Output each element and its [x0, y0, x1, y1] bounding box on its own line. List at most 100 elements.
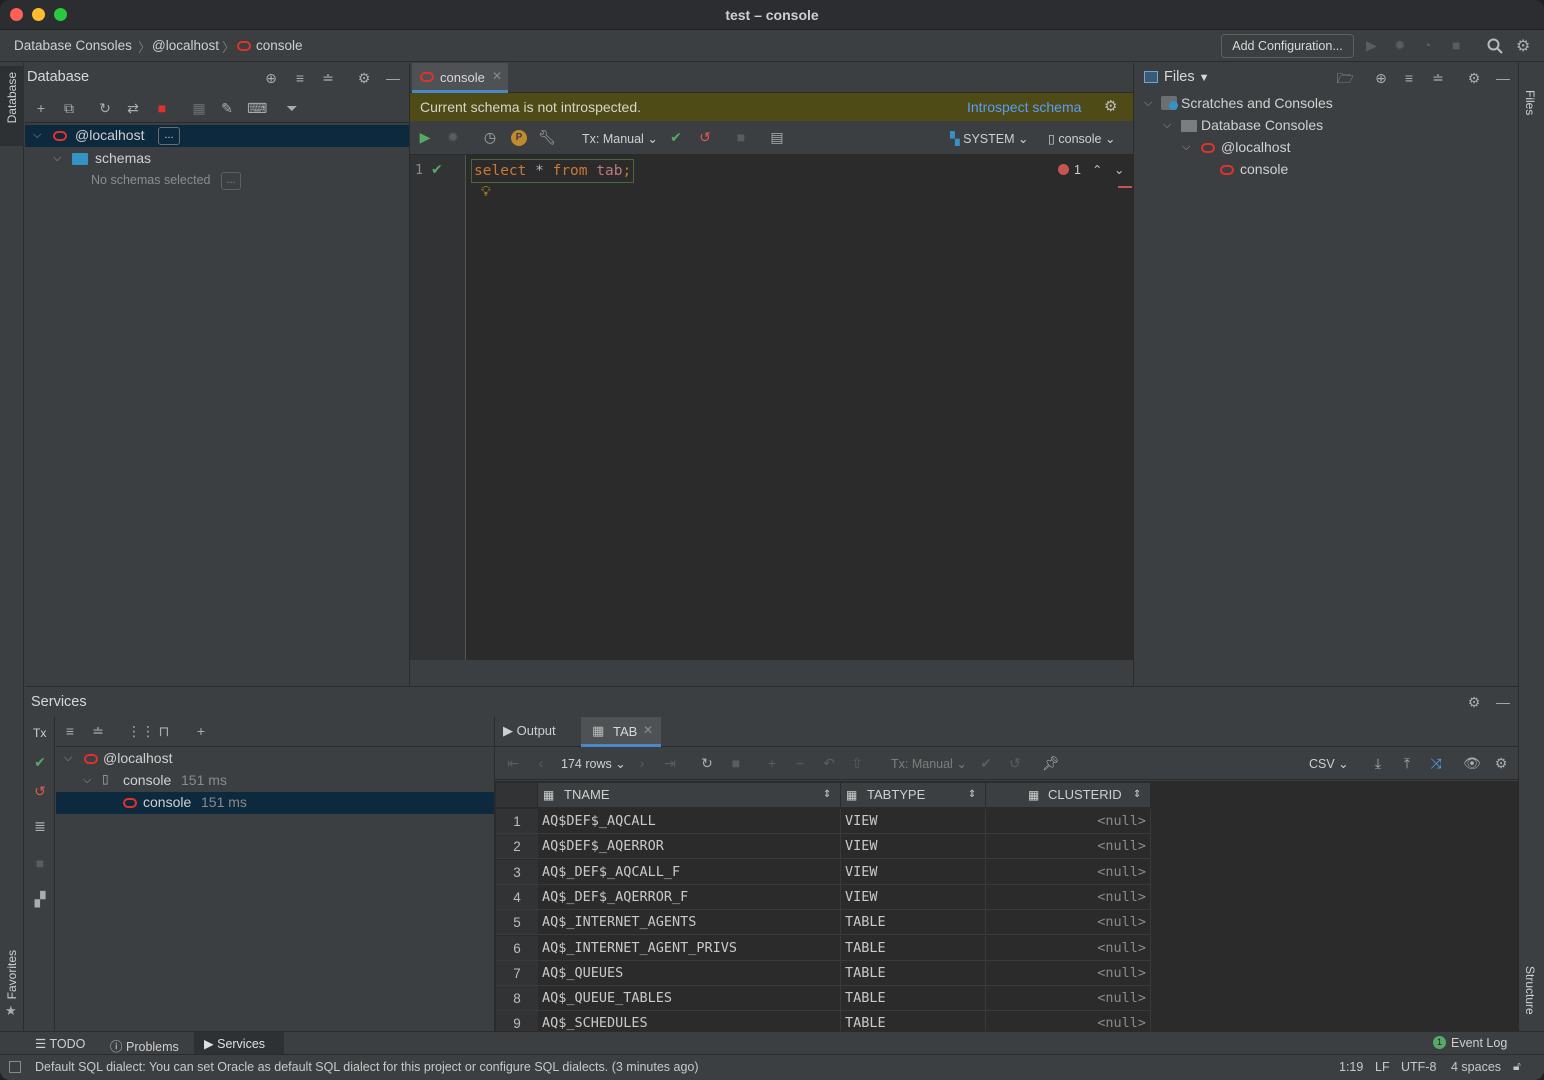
connection-options-button[interactable]: ... [158, 127, 180, 145]
line-separator[interactable]: LF [1375, 1060, 1390, 1074]
services-tool-button[interactable]: ▶︎ Services [204, 1036, 265, 1051]
cell-clusterid[interactable]: <null> [986, 910, 1151, 936]
hide-icon[interactable]: — [1494, 69, 1512, 87]
cell-tname[interactable]: AQ$DEF$_AQERROR [538, 834, 841, 860]
refresh-icon[interactable]: ↻ [96, 99, 114, 117]
synchronize-icon[interactable]: ⇄ [124, 99, 142, 117]
row-count-selector[interactable]: 174 rows ⌄ [561, 756, 626, 771]
minimize-window-button[interactable] [32, 8, 45, 21]
select-schemas-button[interactable]: ... [221, 172, 241, 190]
export-icon[interactable]: ⤓ [1369, 754, 1387, 772]
open-folder-icon[interactable]: 🗁︎ [1336, 69, 1354, 87]
introspect-schema-link[interactable]: Introspect schema [967, 99, 1081, 115]
inspection-widget[interactable]: 1 ⌃ ⌄ [1050, 162, 1132, 182]
maximize-window-button[interactable] [54, 8, 67, 21]
breadcrumb-console[interactable]: console [256, 38, 303, 53]
add-service-icon[interactable]: + [192, 722, 210, 740]
locate-icon[interactable]: ⊕ [1372, 69, 1390, 87]
wrench-icon[interactable]: 🔧︎ [538, 128, 556, 146]
cell-clusterid[interactable]: <null> [986, 960, 1151, 986]
refresh-icon[interactable]: ↻ [698, 754, 716, 772]
files-panel-title[interactable]: Files ▼ [1164, 69, 1210, 85]
stop-icon[interactable]: ■ [727, 754, 745, 772]
result-tx-mode-selector[interactable]: Tx: Manual ⌄ [891, 756, 967, 771]
column-header-tabtype[interactable]: ▦ TABTYPE ⇕ [841, 783, 986, 808]
indent-setting[interactable]: 4 spaces [1451, 1060, 1501, 1074]
settings-gear-icon[interactable]: ⚙ [1465, 69, 1483, 87]
sql-editor[interactable] [410, 155, 1133, 660]
previous-page-icon[interactable]: ‹ [532, 754, 550, 772]
toggle-tool-windows-icon[interactable] [9, 1061, 21, 1073]
chevron-down-icon[interactable]: ⌵ [33, 129, 47, 142]
sort-icon[interactable]: ⇕ [1133, 783, 1141, 807]
import-icon[interactable]: ⤒ [1398, 754, 1416, 772]
expand-all-icon[interactable]: ≡ [1400, 69, 1418, 87]
history-icon[interactable]: ◷ [481, 128, 499, 146]
coverage-icon[interactable]: ◔ [1423, 37, 1431, 53]
query-console-icon[interactable]: ⌨ [247, 99, 267, 117]
pin-icon[interactable]: 📌︎ [1042, 754, 1060, 772]
column-header-tname[interactable]: ▦ TNAME ⇕ [538, 783, 841, 808]
execute-icon[interactable]: ▶ [416, 128, 434, 146]
locate-icon[interactable]: ⊕ [262, 69, 280, 87]
file-encoding[interactable]: UTF-8 [1401, 1060, 1436, 1074]
lightbulb-icon[interactable]: 💡︎ [481, 183, 491, 200]
settings-gear-icon[interactable]: ⚙ [1516, 36, 1530, 56]
tree-item-schemas[interactable]: ⌵ schemas [25, 148, 409, 170]
cell-clusterid[interactable]: <null> [986, 935, 1151, 961]
expand-all-icon[interactable]: ≡ [61, 722, 79, 740]
add-icon[interactable]: + [32, 99, 50, 117]
tree-item-localhost[interactable]: ⌵ @localhost ... [25, 125, 409, 147]
new-tab-icon[interactable]: ⊓ [155, 722, 173, 740]
chevron-down-icon[interactable]: ⌵ [1144, 97, 1158, 110]
tab-result-tab[interactable]: ▦ TAB ✕ [581, 717, 661, 747]
commit-icon[interactable]: ✔ [31, 753, 49, 771]
cell-tname[interactable]: AQ$_QUEUES [538, 960, 841, 986]
explain-plan-icon[interactable]: P [511, 130, 527, 146]
tx-mode-selector[interactable]: Tx: Manual ⌄ [582, 131, 658, 146]
submit-icon[interactable]: ⇧ [848, 754, 866, 772]
revert-icon[interactable]: ↶ [820, 754, 838, 772]
chevron-down-icon[interactable]: ⌵ [1182, 141, 1196, 154]
sort-icon[interactable]: ⇕ [968, 783, 976, 807]
cell-tabtype[interactable]: TABLE [841, 935, 986, 961]
table-icon[interactable]: ▦ [190, 99, 208, 117]
cell-tabtype[interactable]: VIEW [841, 859, 986, 885]
breadcrumb-localhost[interactable]: @localhost [152, 38, 219, 53]
cell-clusterid[interactable]: <null> [986, 834, 1151, 860]
settings-gear-icon[interactable]: ⚙ [1104, 97, 1117, 115]
cancel-statement-icon[interactable]: ■ [732, 128, 750, 146]
last-page-icon[interactable]: ⇥ [661, 754, 679, 772]
rollback-icon[interactable]: ↺ [31, 782, 49, 800]
cell-tabtype[interactable]: VIEW [841, 809, 986, 834]
chevron-down-icon[interactable]: ⌵ [64, 752, 78, 765]
format-icon[interactable]: ≣ [31, 817, 49, 835]
stop-icon[interactable]: ■ [31, 854, 49, 872]
sql-statement[interactable]: select * from tab; [471, 159, 635, 183]
cell-tabtype[interactable]: TABLE [841, 910, 986, 936]
files-tree-item-console[interactable]: console [1134, 159, 1518, 181]
todo-tool-button[interactable]: ☰ TODO [35, 1036, 85, 1051]
cell-tname[interactable]: AQ$DEF$_AQCALL [538, 809, 841, 834]
session-selector[interactable]: ▯ console ⌄ [1048, 131, 1115, 146]
add-row-icon[interactable]: + [763, 754, 781, 772]
rollback-icon[interactable]: ↺ [1006, 754, 1024, 772]
view-icon[interactable]: 👁︎ [1463, 754, 1481, 772]
files-tree-item-database-consoles[interactable]: ⌵ Database Consoles [1134, 115, 1518, 137]
previous-highlight-icon[interactable]: ⌃ [1092, 162, 1102, 177]
settings-gear-icon[interactable]: ⚙ [355, 69, 373, 87]
lock-icon[interactable]: 🔓︎ [1513, 1059, 1521, 1074]
cell-tname[interactable]: AQ$_INTERNET_AGENT_PRIVS [538, 935, 841, 961]
cell-tname[interactable]: AQ$_DEF$_AQCALL_F [538, 859, 841, 885]
cell-tname[interactable]: AQ$_DEF$_AQERROR_F [538, 884, 841, 910]
output-layout-icon[interactable]: ▤ [768, 128, 786, 146]
compare-icon[interactable]: ⤨ [1427, 754, 1445, 772]
delete-row-icon[interactable]: − [791, 754, 809, 772]
files-tree-item-localhost[interactable]: ⌵ @localhost [1134, 137, 1518, 159]
hide-icon[interactable]: — [384, 69, 402, 87]
group-by-icon[interactable]: ⋮⋮ [127, 722, 155, 740]
commit-icon[interactable]: ✔ [977, 754, 995, 772]
collapse-all-icon[interactable]: ≐ [1429, 69, 1447, 87]
layout-icon[interactable]: ▞ [31, 890, 49, 908]
chevron-down-icon[interactable]: ⌵ [83, 774, 97, 787]
